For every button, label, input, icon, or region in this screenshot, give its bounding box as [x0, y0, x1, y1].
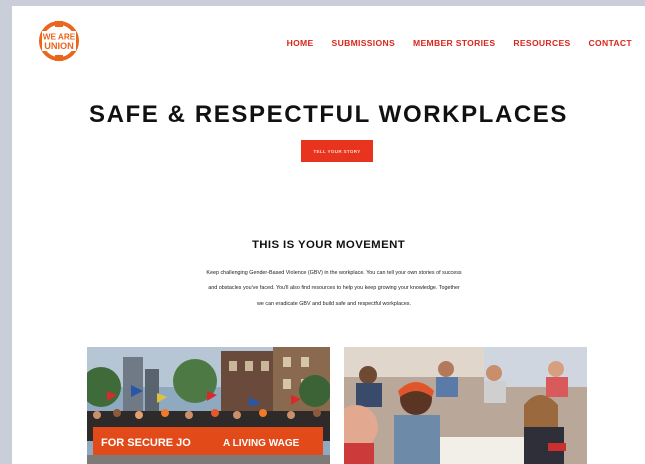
nav-submissions[interactable]: SUBMISSIONS: [332, 38, 395, 48]
section-title: THIS IS YOUR MOVEMENT: [251, 239, 406, 251]
body-line-2: and obstacles you've faced. You'll also …: [208, 285, 460, 292]
nav-contact[interactable]: CONTACT: [589, 38, 632, 48]
page-frame: WE ARE UNION HOME SUBMISSIONS MEMBER STO…: [12, 6, 645, 464]
body-line-1: Keep challenging Gender-Based Violence (…: [206, 270, 462, 276]
meeting-photo: [344, 347, 587, 464]
main-nav: HOME SUBMISSIONS MEMBER STORIES RESOURCE…: [287, 38, 632, 48]
nav-home[interactable]: HOME: [287, 38, 314, 48]
section-body: Keep challenging Gender-Based Violence (…: [180, 266, 488, 312]
we-are-union-logo[interactable]: WE ARE UNION: [39, 20, 79, 62]
nav-member-stories[interactable]: MEMBER STORIES: [413, 38, 495, 48]
tell-your-story-button[interactable]: TELL YOUR STORY: [301, 140, 373, 162]
nav-resources[interactable]: RESOURCES: [513, 38, 570, 48]
rally-photo: FOR SECURE JO A LIVING WAGE: [87, 347, 330, 464]
rally-banner-left: FOR SECURE JO: [101, 437, 191, 449]
rally-banner-right: A LIVING WAGE: [223, 438, 300, 449]
logo-line-2: UNION: [44, 41, 74, 51]
body-line-3: we can eradicate GBV and build safe and …: [256, 300, 412, 307]
logo-badge-icon: WE ARE UNION: [39, 21, 79, 61]
hero-title: SAFE & RESPECTFUL WORKPLACES: [88, 101, 569, 128]
